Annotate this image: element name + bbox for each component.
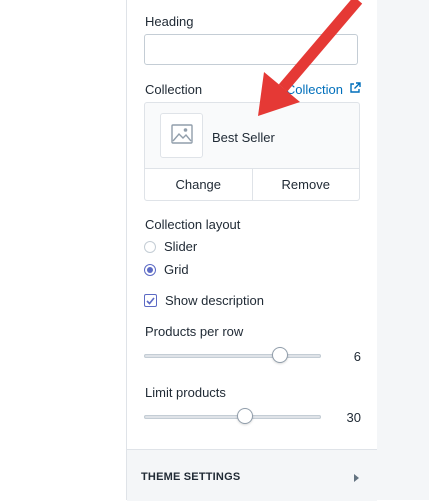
slider-track	[144, 354, 321, 358]
caret-right-icon	[354, 474, 359, 482]
collection-label: Collection	[145, 82, 203, 97]
edit-collection-link[interactable]: Collection	[286, 82, 361, 97]
grid-radio[interactable]	[144, 263, 156, 276]
external-link-icon	[349, 82, 361, 97]
slider-track	[144, 415, 321, 419]
selected-collection-name: Best Seller	[212, 130, 275, 145]
heading-input[interactable]	[144, 34, 358, 65]
limit-products-slider[interactable]	[144, 407, 321, 427]
remove-collection-button[interactable]: Remove	[251, 169, 360, 200]
products-per-row-slider[interactable]	[144, 346, 321, 366]
products-per-row-label: Products per row	[145, 324, 244, 339]
section-settings-panel: Heading Collection Collection Best Selle…	[126, 0, 378, 501]
slider-handle[interactable]	[272, 347, 289, 363]
heading-label: Heading	[145, 14, 194, 29]
show-description-row[interactable]: Show description	[144, 293, 264, 308]
collection-thumbnail	[160, 113, 203, 158]
slider-radio[interactable]	[144, 240, 156, 253]
theme-settings-title: THEME SETTINGS	[141, 471, 241, 483]
products-per-row-value: 6	[353, 349, 361, 364]
layout-option-slider[interactable]: Slider	[144, 239, 197, 254]
change-collection-button[interactable]: Change	[145, 169, 252, 200]
collection-layout-label: Collection layout	[145, 217, 241, 232]
edit-collection-link-text: Collection	[285, 82, 343, 97]
limit-products-label: Limit products	[145, 385, 226, 400]
show-description-label: Show description	[165, 293, 264, 308]
checkmark-icon	[146, 296, 155, 305]
show-description-checkbox[interactable]	[144, 294, 157, 307]
left-gutter	[0, 0, 126, 500]
layout-option-grid[interactable]: Grid	[144, 262, 189, 277]
theme-settings-footer[interactable]: THEME SETTINGS	[127, 449, 377, 501]
slider-radio-label: Slider	[164, 239, 198, 254]
grid-radio-label: Grid	[164, 262, 189, 277]
collection-actions: Change Remove	[145, 168, 359, 200]
slider-handle[interactable]	[236, 408, 253, 424]
preview-area	[377, 0, 429, 500]
limit-products-value: 30	[346, 410, 361, 425]
image-placeholder-icon	[170, 124, 193, 147]
selected-collection-card: Best Seller Change Remove	[144, 102, 360, 201]
